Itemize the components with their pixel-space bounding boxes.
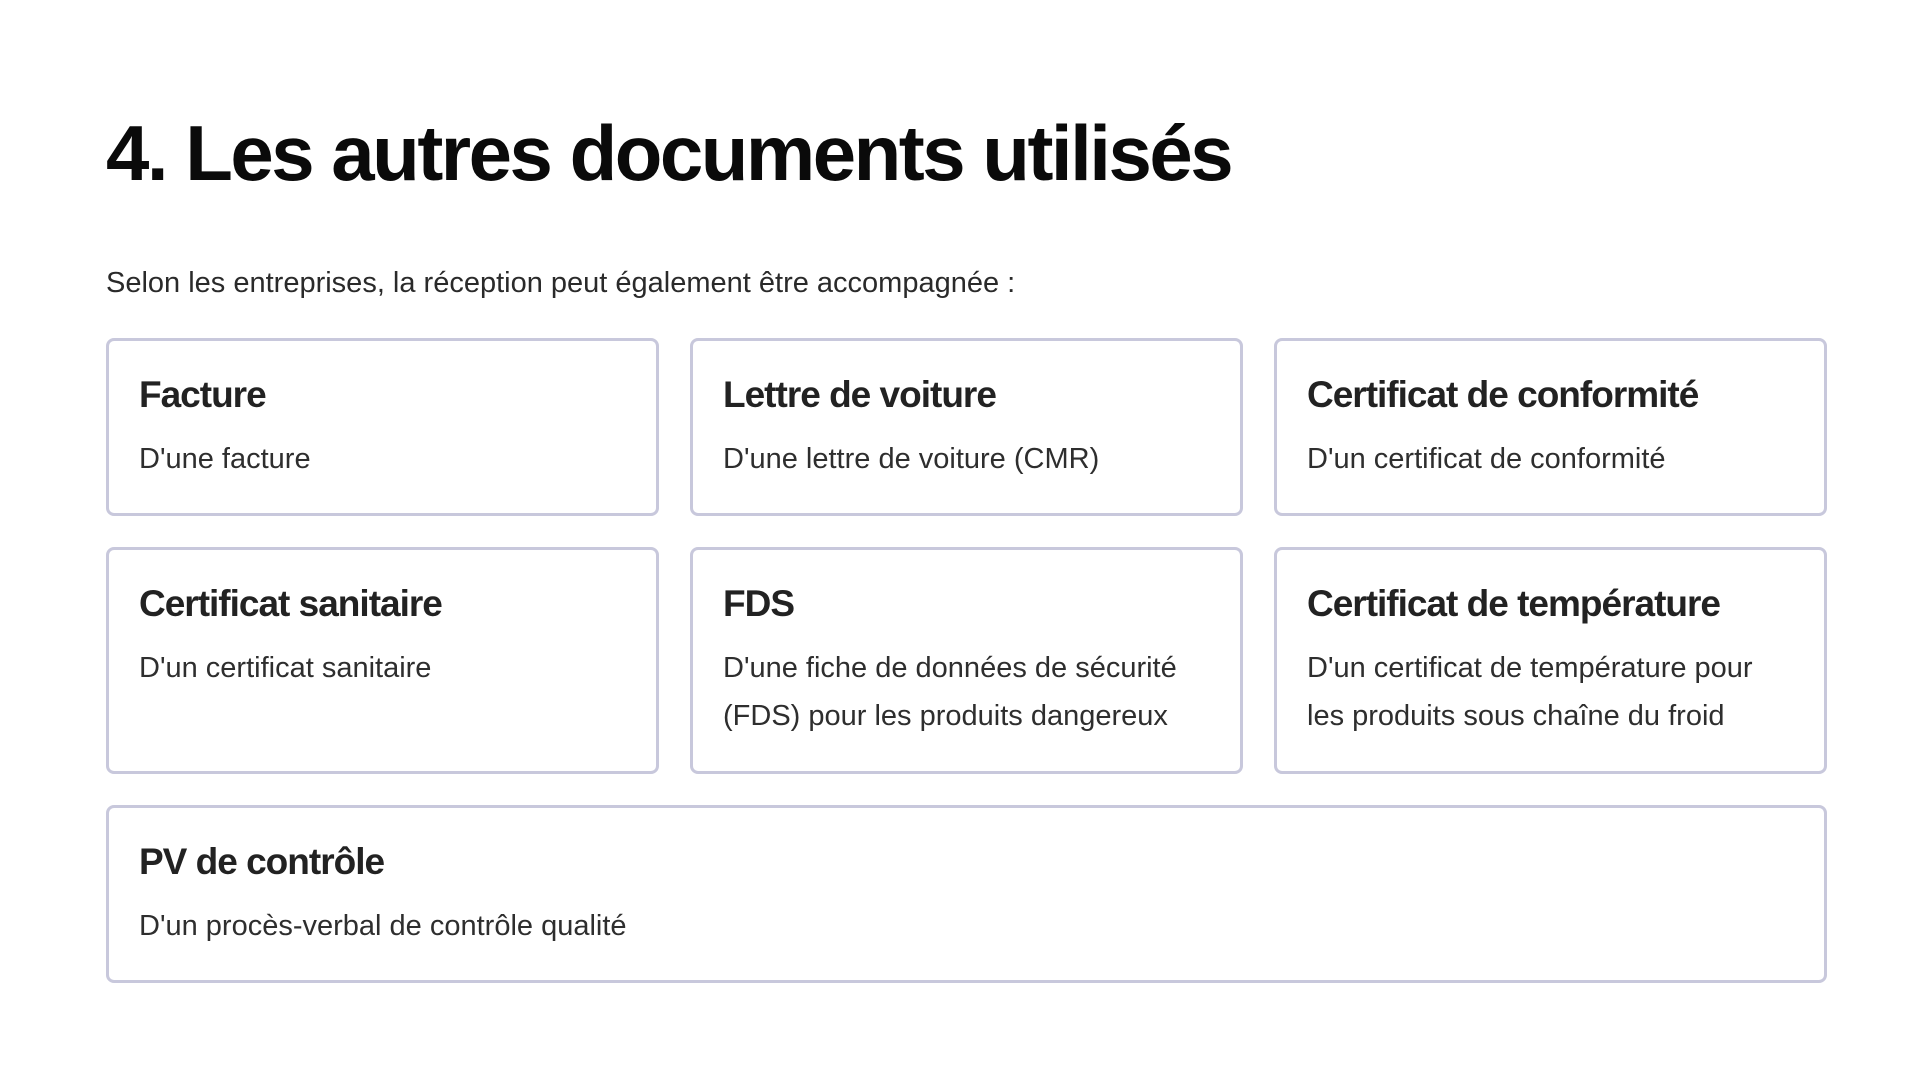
- document-cards-grid: Facture D'une facture Lettre de voiture …: [106, 338, 1827, 983]
- card-description: D'un certificat sanitaire: [139, 652, 432, 684]
- card-title: Certificat de température: [1307, 583, 1721, 624]
- intro-text: Selon les entreprises, la réception peut…: [106, 267, 1016, 299]
- card-certificat-sanitaire: Certificat sanitaire D'un certificat san…: [106, 547, 659, 774]
- card-title: Lettre de voiture: [723, 374, 997, 415]
- card-title: Facture: [139, 374, 267, 415]
- card-title: Certificat de conformité: [1307, 374, 1699, 415]
- card-title: FDS: [723, 583, 795, 624]
- page-title: 4. Les autres documents utilisés: [106, 109, 1234, 197]
- card-description: D'un certificat de conformité: [1307, 443, 1666, 475]
- card-fds: FDS D'une fiche de données de sécurité (…: [690, 547, 1243, 774]
- card-description: D'une fiche de données de sécurité (FDS)…: [723, 652, 1177, 732]
- card-title: Certificat sanitaire: [139, 583, 443, 624]
- card-certificat-temperature: Certificat de température D'un certifica…: [1274, 547, 1827, 774]
- card-description: D'une lettre de voiture (CMR): [723, 443, 1100, 475]
- card-description: D'un procès-verbal de contrôle qualité: [139, 910, 627, 942]
- card-facture: Facture D'une facture: [106, 338, 659, 516]
- card-description: D'un certificat de température pour les …: [1307, 652, 1753, 732]
- card-lettre-de-voiture: Lettre de voiture D'une lettre de voitur…: [690, 338, 1243, 516]
- card-description: D'une facture: [139, 443, 311, 475]
- slide: 4. Les autres documents utilisés Selon l…: [0, 0, 1920, 1080]
- card-certificat-conformite: Certificat de conformité D'un certificat…: [1274, 338, 1827, 516]
- card-pv-de-controle: PV de contrôle D'un procès-verbal de con…: [106, 805, 1827, 983]
- card-title: PV de contrôle: [139, 841, 385, 882]
